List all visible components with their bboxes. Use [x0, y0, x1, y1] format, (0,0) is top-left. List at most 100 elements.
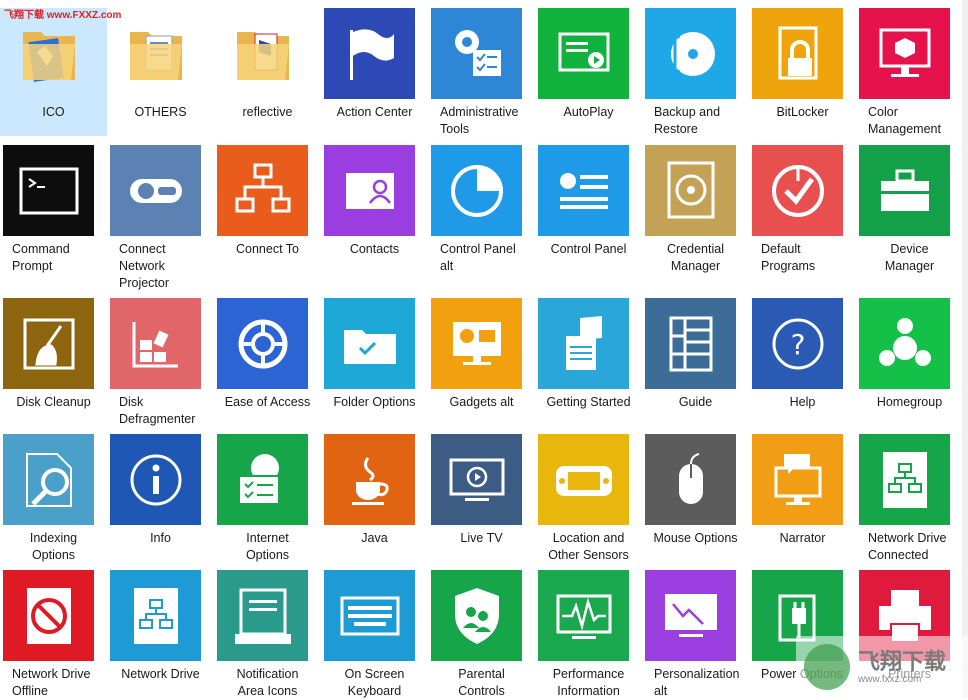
icon-item-others[interactable]: OTHERS: [107, 8, 214, 136]
icon-item-disk-cleanup[interactable]: Disk Cleanup: [0, 298, 107, 426]
globe-list-icon: [217, 434, 308, 525]
shield-users-icon: [431, 570, 522, 661]
icon-item-control-panel-alt[interactable]: Control Panel alt: [428, 145, 535, 273]
icon-label: Disk Cleanup: [16, 395, 91, 409]
icon-item-color-management[interactable]: Color Management: [856, 8, 963, 136]
icon-item-live-tv[interactable]: Live TV: [428, 434, 535, 562]
icon-label: Homegroup: [876, 395, 943, 409]
monitor-cube-icon: [859, 8, 950, 99]
icon-item-info[interactable]: Info: [107, 434, 214, 562]
disc-arrows-icon: [645, 8, 736, 99]
control-list-icon: [538, 145, 629, 236]
icon-item-network-drive[interactable]: Network Drive: [107, 570, 214, 698]
lock-icon: [752, 8, 843, 99]
icon-item-notification-area-icons[interactable]: Notification Area Icons: [214, 570, 321, 698]
svg-text:?: ?: [790, 328, 805, 361]
broom-icon: [3, 298, 94, 389]
defrag-icon: [110, 298, 201, 389]
icon-item-mouse-options[interactable]: Mouse Options: [642, 434, 749, 562]
icon-item-performance-information[interactable]: Performance Information: [535, 570, 642, 698]
java-cup-icon: [324, 434, 415, 525]
folder-icon: [110, 8, 201, 99]
icon-label: Disk Defragmenter: [119, 395, 196, 426]
icon-item-backup-and-restore[interactable]: Backup and Restore: [642, 8, 749, 136]
network-tree-icon: [217, 145, 308, 236]
icon-label: Control Panel: [550, 242, 627, 256]
icon-item-action-center[interactable]: Action Center: [321, 8, 428, 136]
gear-checklist-icon: [431, 8, 522, 99]
icon-label: Folder Options: [333, 395, 416, 409]
icon-item-connect-to[interactable]: Connect To: [214, 145, 321, 273]
icon-item-internet-options[interactable]: Internet Options: [214, 434, 321, 562]
icon-item-credential-manager[interactable]: Credential Manager: [642, 145, 749, 273]
play-window-icon: [538, 8, 629, 99]
icon-item-disk-defragmenter[interactable]: Disk Defragmenter: [107, 298, 214, 426]
icon-label: Network Drive Offline: [12, 667, 91, 698]
icon-item-network-drive-connected[interactable]: Network Drive Connected: [856, 434, 963, 562]
watermark-bottom: 飞翔下载 www.fxxz.com: [796, 636, 968, 698]
icon-label: Device Manager: [884, 242, 935, 273]
safe-icon: [645, 145, 736, 236]
icon-label: Info: [150, 531, 171, 545]
icon-item-parental-controls[interactable]: Parental Controls: [428, 570, 535, 698]
icon-item-control-panel[interactable]: Control Panel: [535, 145, 642, 273]
icon-item-administrative-tools[interactable]: Administrative Tools: [428, 8, 535, 136]
icon-item-autoplay[interactable]: AutoPlay: [535, 8, 642, 136]
scrollbar[interactable]: [962, 0, 968, 698]
icon-label: Command Prompt: [12, 242, 70, 273]
icon-label: Help: [789, 395, 816, 409]
icon-item-command-prompt[interactable]: Command Prompt: [0, 145, 107, 273]
icon-label: reflective: [242, 105, 293, 119]
keyboard-icon: [324, 570, 415, 661]
icon-item-default-programs[interactable]: Default Programs: [749, 145, 856, 273]
icon-label: Color Management: [868, 105, 941, 136]
taskbar-icon: [217, 570, 308, 661]
icon-item-guide[interactable]: Guide: [642, 298, 749, 426]
grid-guide-icon: [645, 298, 736, 389]
icon-item-help[interactable]: ? Help: [749, 298, 856, 426]
icon-label: Live TV: [460, 531, 503, 545]
icon-label: Gadgets alt: [449, 395, 514, 409]
icon-item-connect-network-projector[interactable]: Connect Network Projector: [107, 145, 214, 290]
icon-item-gadgets-alt[interactable]: Gadgets alt: [428, 298, 535, 426]
contact-card-icon: [324, 145, 415, 236]
icon-item-personalization-alt[interactable]: Personalization alt: [642, 570, 749, 698]
icon-item-getting-started[interactable]: Getting Started: [535, 298, 642, 426]
icon-item-reflective[interactable]: reflective: [214, 8, 321, 136]
icon-item-ease-of-access[interactable]: Ease of Access: [214, 298, 321, 426]
folder-check-icon: [324, 298, 415, 389]
icon-label: Mouse Options: [653, 531, 738, 545]
icon-item-folder-options[interactable]: Folder Options: [321, 298, 428, 426]
watermark-top: 飞翔下载 www.FXXZ.com: [4, 10, 122, 21]
icon-item-java[interactable]: Java: [321, 434, 428, 562]
icon-label: Credential Manager: [667, 242, 724, 273]
icon-label: Network Drive Connected: [868, 531, 947, 562]
icon-label: Contacts: [349, 242, 400, 256]
icon-label: ICO: [42, 105, 65, 119]
icon-label: Administrative Tools: [440, 105, 519, 136]
icon-item-ico[interactable]: ICO: [0, 8, 107, 136]
waveform-icon: [538, 570, 629, 661]
icon-item-indexing-options[interactable]: Indexing Options: [0, 434, 107, 562]
projector-icon: [110, 145, 201, 236]
watermark-logo-icon: [804, 644, 850, 690]
windows-doc-icon: [538, 298, 629, 389]
icon-item-network-drive-offline[interactable]: Network Drive Offline: [0, 570, 107, 698]
icon-item-narrator[interactable]: Narrator: [749, 434, 856, 562]
icon-label: Narrator: [779, 531, 826, 545]
question-icon: ?: [752, 298, 843, 389]
icon-item-location-and-other-sensors[interactable]: Location and Other Sensors: [535, 434, 642, 562]
icon-label: Backup and Restore: [654, 105, 721, 136]
icon-item-homegroup[interactable]: Homegroup: [856, 298, 963, 426]
watermark-title: 飞翔下载: [858, 648, 947, 674]
terminal-icon: [3, 145, 94, 236]
icon-label: Network Drive: [121, 667, 200, 681]
icon-label: Indexing Options: [29, 531, 78, 562]
icon-item-device-manager[interactable]: Device Manager: [856, 145, 963, 273]
icon-label: Ease of Access: [224, 395, 311, 409]
network-drive-icon: [859, 434, 950, 525]
icon-item-bitlocker[interactable]: BitLocker: [749, 8, 856, 136]
icon-label: AutoPlay: [563, 105, 614, 119]
icon-item-contacts[interactable]: Contacts: [321, 145, 428, 273]
icon-item-on-screen-keyboard[interactable]: On Screen Keyboard: [321, 570, 428, 698]
